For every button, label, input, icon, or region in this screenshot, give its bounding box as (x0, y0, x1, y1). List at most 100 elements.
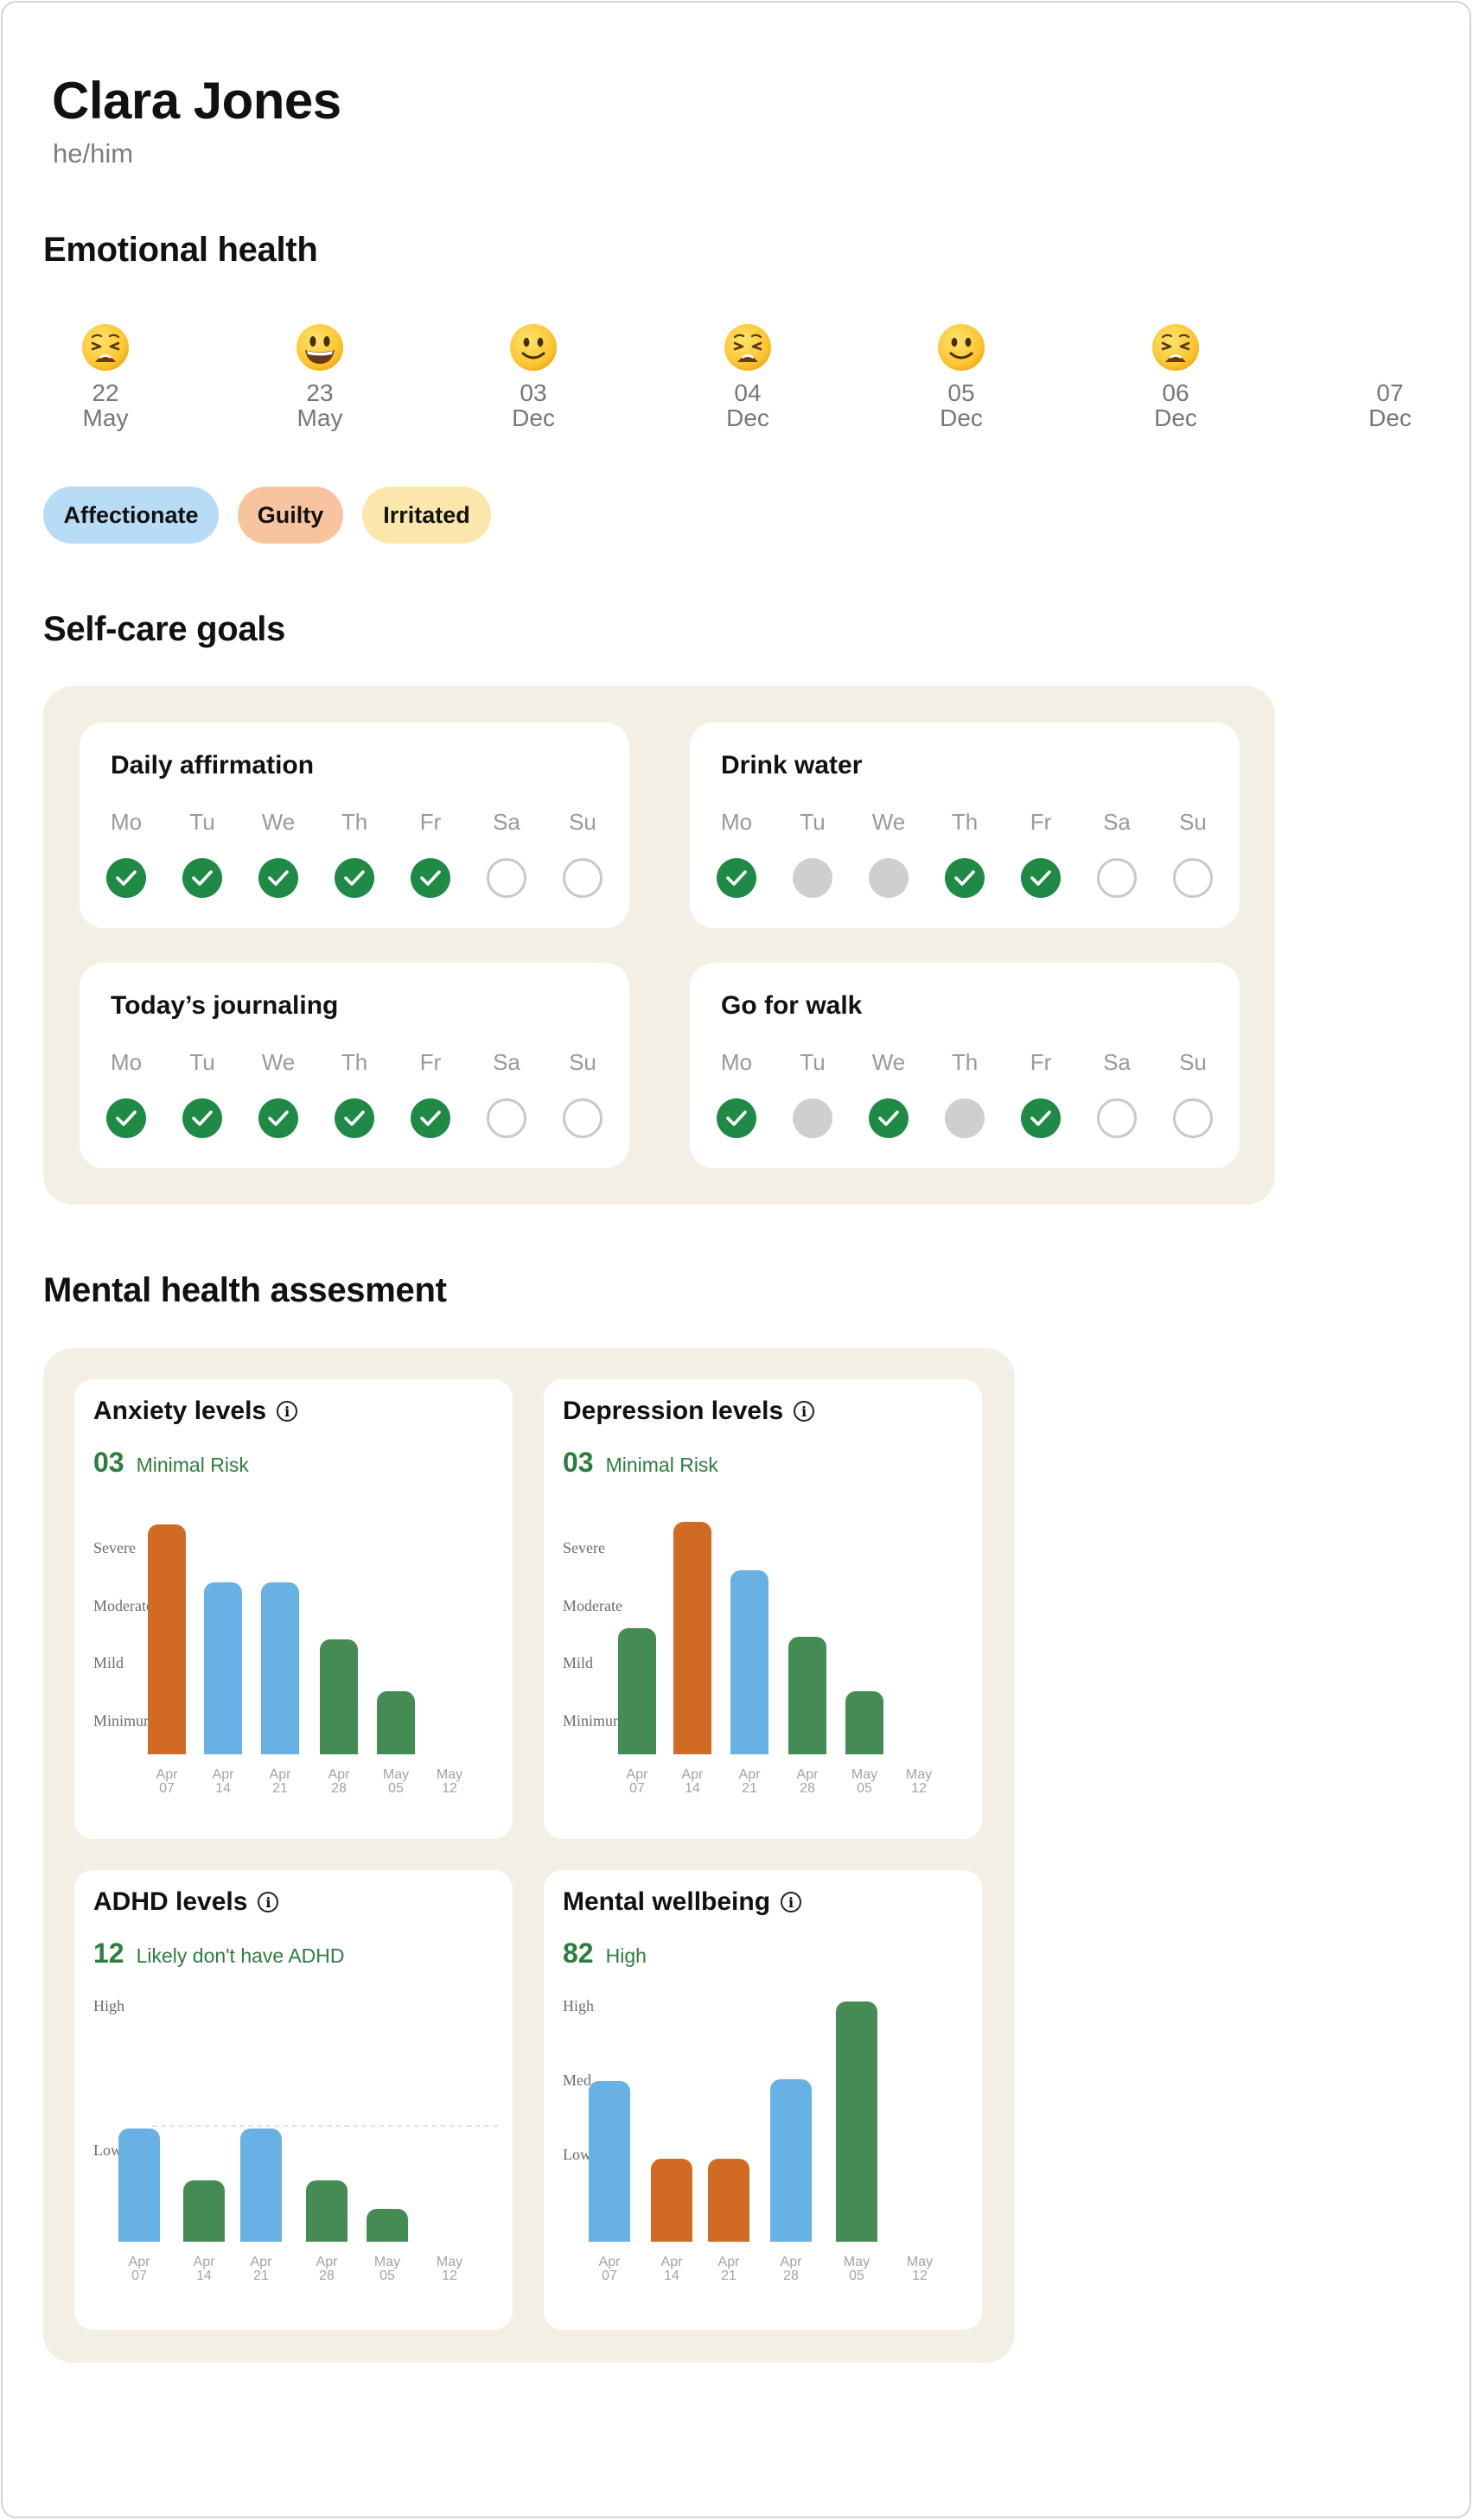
chart-bar[interactable] (836, 2001, 877, 2242)
empty-day-icon[interactable] (487, 858, 526, 898)
chart-bar[interactable] (240, 2129, 282, 2242)
check-icon[interactable] (717, 858, 756, 898)
info-icon[interactable]: i (781, 1892, 802, 1912)
x-axis-label: Apr 07 (588, 2256, 631, 2283)
check-icon[interactable] (717, 1098, 756, 1138)
chart-bar[interactable] (306, 2180, 348, 2242)
y-axis-label: High (563, 1997, 594, 2014)
skipped-day-icon[interactable] (793, 1098, 832, 1138)
goal-card: Daily affirmation Mo Tu We Th Fr Sa Su (80, 722, 629, 928)
mood-entry[interactable]: 06 Dec (1124, 323, 1228, 430)
x-axis-label: Apr 07 (118, 2256, 161, 2283)
check-icon[interactable] (258, 1098, 298, 1138)
mood-entry[interactable]: 22 May (54, 323, 157, 430)
check-icon[interactable] (182, 858, 222, 898)
chart-bar[interactable] (770, 2079, 812, 2242)
check-icon[interactable] (182, 1098, 222, 1138)
empty-day-icon[interactable] (487, 1098, 526, 1138)
x-label-day: 07 (602, 2269, 617, 2283)
mood-entry[interactable]: 05 Dec (909, 323, 1013, 430)
empty-mood-slot (1366, 323, 1414, 372)
chart-bar[interactable] (118, 2129, 160, 2242)
day-label: Sa (1103, 1049, 1131, 1075)
goal-day: Sa (481, 1049, 532, 1138)
empty-day-icon[interactable] (563, 1098, 603, 1138)
chart-bar[interactable] (673, 1522, 711, 1754)
info-icon[interactable]: i (277, 1401, 298, 1422)
x-axis-label: Apr 28 (769, 2256, 813, 2283)
chart-bar[interactable] (148, 1524, 186, 1754)
chart-bar[interactable] (320, 1639, 358, 1754)
x-axis-label: Apr 14 (201, 1768, 245, 1796)
x-label-month: Apr (269, 1767, 291, 1782)
check-icon[interactable] (106, 858, 146, 898)
mood-entry[interactable]: 03 Dec (481, 323, 585, 430)
skipped-day-icon[interactable] (869, 858, 909, 898)
emotion-tag-irritated[interactable]: Irritated (362, 487, 491, 544)
x-label-day: 12 (442, 2269, 457, 2283)
empty-day-icon[interactable] (1097, 1098, 1137, 1138)
chart-bar[interactable] (730, 1570, 768, 1754)
info-icon[interactable]: i (794, 1401, 815, 1422)
mood-entry[interactable]: 23 May (268, 323, 372, 430)
goal-day: Th (328, 1049, 380, 1138)
day-label: Th (341, 809, 368, 835)
chart-bar[interactable] (377, 1691, 415, 1754)
skipped-day-icon[interactable] (945, 1098, 985, 1138)
empty-day-icon[interactable] (563, 858, 603, 898)
profile-name: Clara Jones (52, 72, 341, 130)
check-icon[interactable] (258, 858, 298, 898)
x-label-month: Apr (156, 1767, 178, 1782)
mood-entry[interactable]: 07 Dec (1338, 323, 1442, 430)
chart-bar[interactable] (788, 1637, 826, 1754)
chart-card: Mental wellbeing i 82 High High Med Low Apr 07 Ap… (544, 1870, 982, 2330)
day-label: We (261, 1049, 296, 1075)
check-icon[interactable] (335, 1098, 374, 1138)
day-label: Su (1179, 1049, 1207, 1075)
check-icon[interactable] (411, 1098, 450, 1138)
x-label-month: Apr (717, 2255, 740, 2269)
x-label-day: 12 (911, 1781, 927, 1796)
x-label-day: 14 (196, 2269, 212, 2283)
empty-day-icon[interactable] (1097, 858, 1137, 898)
chart-bar[interactable] (204, 1582, 242, 1754)
mood-entry[interactable]: 04 Dec (696, 323, 800, 430)
x-label-day: 07 (159, 1781, 175, 1796)
chart-bar[interactable] (708, 2159, 749, 2242)
x-label-day: 14 (685, 1781, 700, 1796)
check-icon[interactable] (335, 858, 374, 898)
empty-day-icon[interactable] (1173, 1098, 1213, 1138)
skipped-day-icon[interactable] (793, 858, 832, 898)
emotion-tag-affectionate[interactable]: Affectionate (43, 487, 219, 544)
empty-day-icon[interactable] (1173, 858, 1213, 898)
goal-day: Fr (1015, 809, 1067, 898)
x-axis-label: May 12 (428, 1768, 471, 1796)
check-icon[interactable] (106, 1098, 146, 1138)
goal-week: Mo Tu We Th Fr Sa Su (100, 809, 609, 898)
chart-bar[interactable] (183, 2180, 225, 2242)
emotion-tag-guilty[interactable]: Guilty (238, 487, 343, 544)
score-value: 12 (93, 1938, 124, 1969)
day-label: Fr (419, 1049, 442, 1075)
chart-bar[interactable] (261, 1582, 299, 1754)
check-icon[interactable] (411, 858, 450, 898)
profile-pronouns: he/him (53, 138, 134, 169)
x-axis-label: Apr 28 (317, 1768, 360, 1796)
info-icon[interactable]: i (258, 1892, 279, 1912)
x-axis-label: Apr 21 (239, 2256, 283, 2283)
check-icon[interactable] (869, 1098, 909, 1138)
y-axis-label: Mild (93, 1654, 124, 1671)
x-label-day: 28 (800, 1781, 815, 1796)
chart-bar[interactable] (651, 2159, 692, 2242)
mood-month: Dec (1368, 404, 1412, 431)
chart-title: Anxiety levels i (93, 1397, 298, 1426)
check-icon[interactable] (1021, 858, 1061, 898)
chart-bar[interactable] (618, 1628, 656, 1754)
chart-bar[interactable] (589, 2081, 630, 2242)
goal-day: Fr (1015, 1049, 1067, 1138)
chart-bar[interactable] (845, 1691, 883, 1754)
check-icon[interactable] (1021, 1098, 1061, 1138)
day-label: Fr (1030, 809, 1052, 835)
check-icon[interactable] (945, 858, 985, 898)
chart-bar[interactable] (367, 2209, 408, 2242)
